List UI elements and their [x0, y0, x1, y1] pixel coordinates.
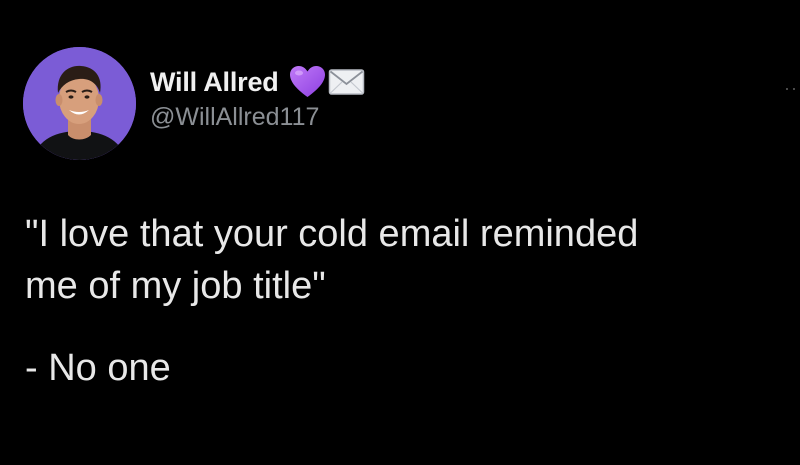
profile-photo-icon	[23, 47, 136, 160]
tweet-body-line: me of my job title"	[25, 265, 326, 307]
avatar[interactable]	[23, 47, 136, 160]
tweet-body: "I love that your cold email reminded me…	[25, 208, 785, 312]
tweet-header: Will Allred @WillAllred117	[150, 64, 365, 132]
tweet-signature: - No one	[25, 347, 171, 389]
tweet-body-line: "I love that your cold email reminded	[25, 213, 639, 255]
tweet-card: Will Allred @WillAllred117 ·· "I love th…	[0, 0, 800, 465]
display-name[interactable]: Will Allred	[150, 67, 279, 98]
user-handle[interactable]: @WillAllred117	[150, 103, 365, 132]
envelope-icon	[328, 67, 365, 97]
purple-heart-icon	[289, 65, 326, 99]
more-dots-icon[interactable]: ··	[784, 78, 798, 99]
name-row: Will Allred	[150, 64, 365, 100]
